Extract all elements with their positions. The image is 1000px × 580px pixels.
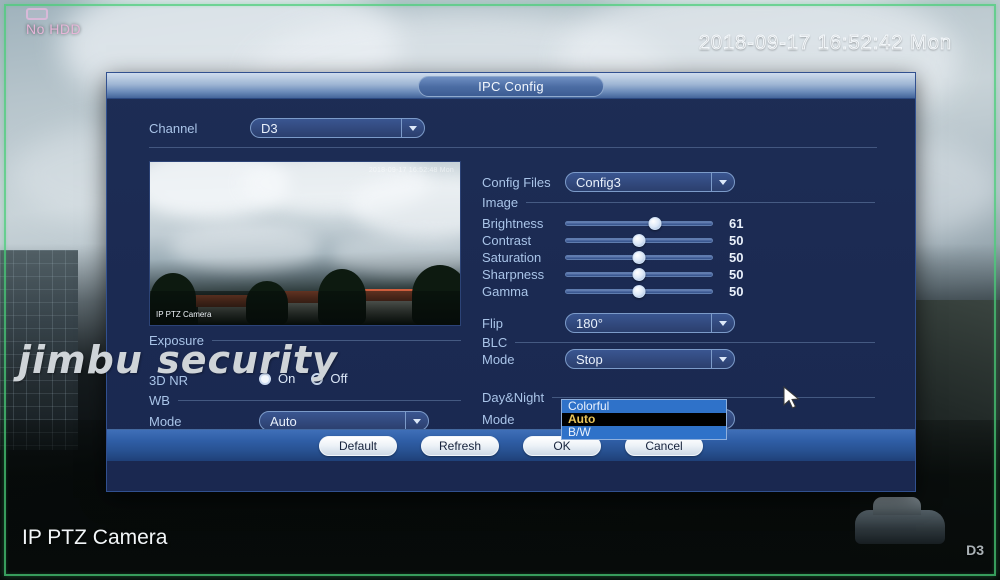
brightness-value: 61 [729,216,744,231]
ipc-config-dialog: IPC Config Channel D3 2018-09-17 16:52:4… [106,72,916,492]
preview-timestamp: 2018-09-17 16:52:48 Mon [368,167,454,174]
blc-section-header: BLC [482,335,875,350]
blc-section-label: BLC [482,335,508,350]
sharpness-value: 50 [729,267,744,282]
no-hdd-label: No HDD [26,21,82,37]
image-sliders: Brightness 61 Contrast 50 Saturation 50 … [482,215,875,300]
slider-track [565,221,713,226]
flip-value: 180° [576,315,603,331]
contrast-slider[interactable] [565,234,713,248]
divider [177,400,461,401]
sharpness-slider[interactable] [565,268,713,282]
chevron-down-icon[interactable] [711,350,733,368]
image-section-label: Image [482,195,519,210]
divider [552,397,875,398]
no-hdd-indicator: No HDD [26,8,81,37]
slider-knob[interactable] [632,234,646,247]
mouse-cursor [783,386,800,409]
daynight-section-label: Day&Night [482,390,545,405]
wb-mode-value: Auto [270,413,297,429]
sharpness-label: Sharpness [482,267,545,282]
divider [149,147,877,148]
saturation-value: 50 [729,250,744,265]
hdd-icon [26,8,48,20]
chevron-down-icon[interactable] [401,119,423,137]
camera-preview: 2018-09-17 16:52:48 Mon IP PTZ Camera [149,161,461,326]
daynight-mode-label: Mode [482,412,515,427]
saturation-slider[interactable] [565,251,713,265]
slider-row-brightness: Brightness 61 [482,215,875,232]
image-section-header: Image [482,195,875,210]
chevron-down-icon[interactable] [711,173,733,191]
channel-label: Channel [149,121,198,136]
dialog-titlebar: IPC Config [107,73,915,99]
flip-label: Flip [482,316,503,331]
chevron-down-icon[interactable] [711,314,733,332]
divider [515,342,875,343]
contrast-value: 50 [729,233,744,248]
gamma-slider[interactable] [565,285,713,299]
default-button[interactable]: Default [319,435,397,456]
slider-row-contrast: Contrast 50 [482,232,875,249]
slider-knob[interactable] [648,217,662,230]
slider-row-saturation: Saturation 50 [482,249,875,266]
blc-mode-label: Mode [482,352,515,367]
channel-value: D3 [261,120,278,136]
config-files-value: Config3 [576,174,621,190]
preview-camera-name: IP PTZ Camera [156,310,212,319]
osd-camera-name: IP PTZ Camera [22,526,168,549]
dialog-title: IPC Config [418,76,604,97]
preview-vignette [150,162,460,325]
config-files-dropdown[interactable]: Config3 [565,172,735,192]
brightness-label: Brightness [482,216,544,231]
contrast-label: Contrast [482,233,532,248]
option-bw[interactable]: B/W [562,426,726,439]
flip-dropdown[interactable]: 180° [565,313,735,333]
watermark-text: jimbu security [18,338,338,382]
dialog-footer: Default Refresh OK Cancel [107,429,915,461]
blc-mode-dropdown[interactable]: Stop [565,349,735,369]
wb-mode-dropdown[interactable]: Auto [259,411,429,431]
saturation-label: Saturation [482,250,542,265]
nvr-screen: No HDD 2018-09-17 16:52:42 Mon IP PTZ Ca… [0,0,1000,580]
wb-section-label: WB [149,393,170,408]
parked-car [855,497,945,544]
brightness-slider[interactable] [565,217,713,231]
slider-knob[interactable] [632,268,646,281]
divider [526,202,875,203]
osd-timestamp: 2018-09-17 16:52:42 Mon [698,32,952,55]
gamma-value: 50 [729,284,744,299]
slider-row-sharpness: Sharpness 50 [482,266,875,283]
gamma-label: Gamma [482,284,529,299]
daynight-options-list[interactable]: Colorful Auto B/W [561,399,727,440]
channel-dropdown[interactable]: D3 [250,118,425,138]
wb-section-header: WB [149,393,461,408]
refresh-button[interactable]: Refresh [421,435,499,456]
slider-row-gamma: Gamma 50 [482,283,875,300]
blc-mode-value: Stop [576,351,603,367]
config-files-label: Config Files [482,175,551,190]
osd-channel-label: D3 [966,542,984,558]
slider-knob[interactable] [632,285,646,298]
wb-mode-label: Mode [149,414,182,429]
chevron-down-icon[interactable] [405,412,427,430]
slider-knob[interactable] [632,251,646,264]
